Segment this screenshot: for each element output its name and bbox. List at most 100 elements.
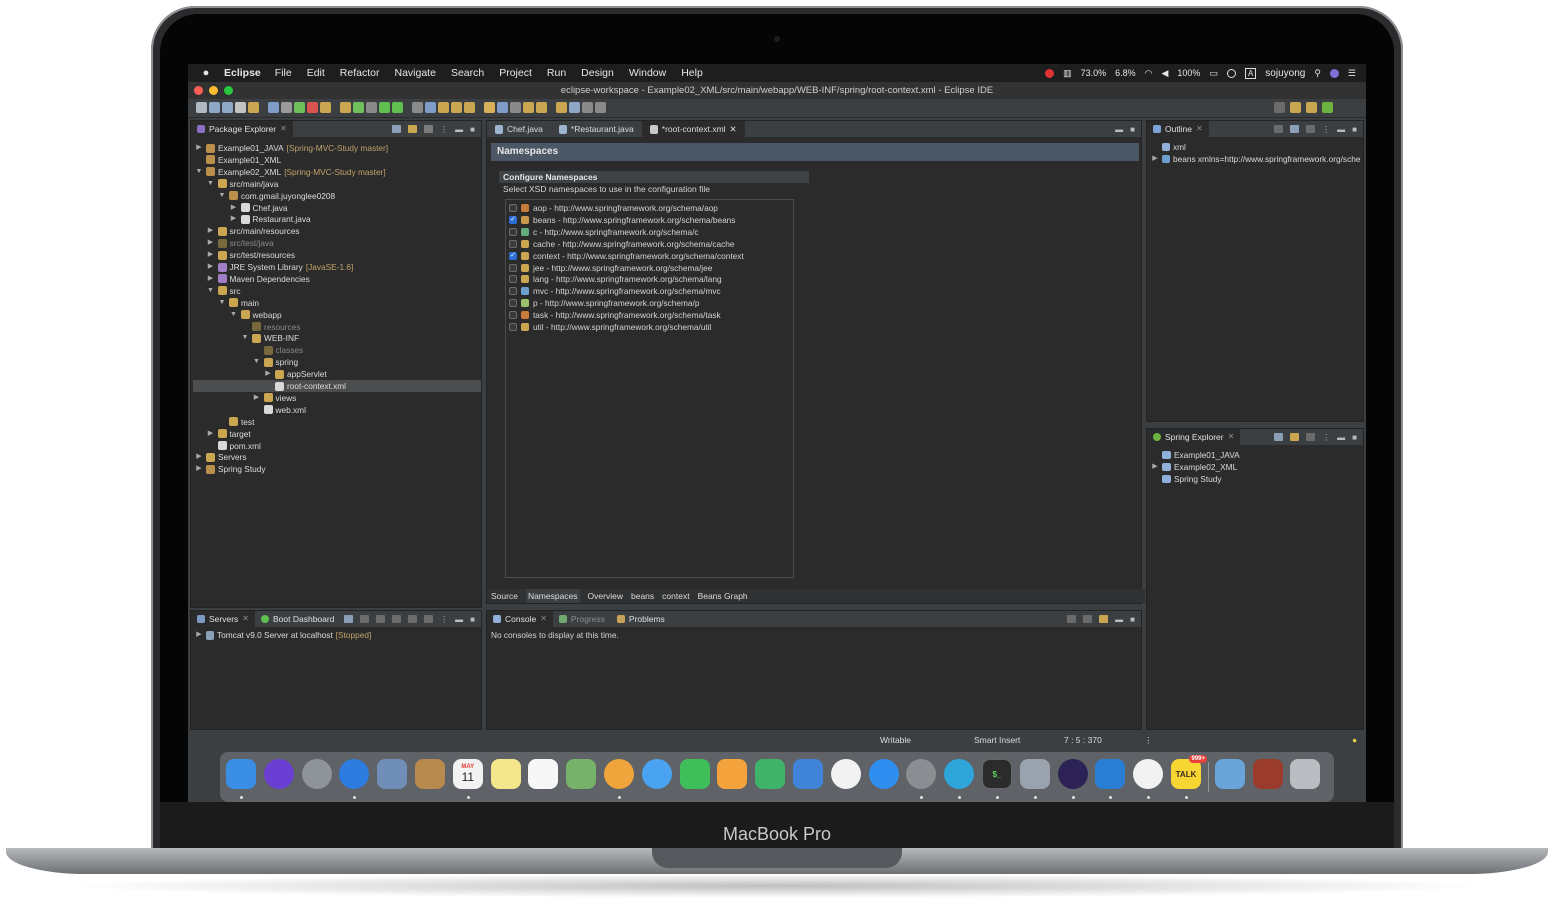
namespace-checkbox[interactable] <box>509 299 517 308</box>
tree-item[interactable]: ▼ WEB-INF <box>241 332 300 344</box>
toolbar-button-icon[interactable] <box>340 102 351 113</box>
tab-servers[interactable]: Servers ✕ <box>191 611 255 627</box>
wifi-icon[interactable]: ◠ <box>1145 68 1153 79</box>
collapse-all-icon[interactable] <box>392 125 402 133</box>
tree-item[interactable]: test <box>218 416 254 428</box>
record-icon[interactable] <box>1045 68 1055 78</box>
toolbar-button-icon[interactable] <box>523 102 534 113</box>
menu-search[interactable]: Search <box>451 67 484 79</box>
toolbar-button-icon[interactable] <box>353 102 364 113</box>
expand-arrow-icon[interactable]: ▶ <box>207 428 215 440</box>
collapse-all-icon[interactable] <box>1274 433 1284 441</box>
system-preferences-icon[interactable] <box>906 759 937 789</box>
close-icon[interactable]: ✕ <box>1228 429 1235 445</box>
tree-item[interactable]: ▶ src/main/resources <box>207 225 300 237</box>
tree-item[interactable]: ▼ src/main/java <box>207 178 278 190</box>
minimize-icon[interactable]: ▬ <box>455 615 463 624</box>
tree-item[interactable]: ▼ webapp <box>230 309 282 321</box>
toolbar-button-icon[interactable] <box>464 102 475 113</box>
tree-item[interactable]: pom.xml <box>207 440 261 452</box>
tree-item[interactable]: resources <box>241 321 300 333</box>
maximize-icon[interactable]: ■ <box>470 615 475 624</box>
namespace-item[interactable]: c - http://www.springframework.org/schem… <box>509 226 699 238</box>
close-icon[interactable]: ✕ <box>242 611 249 627</box>
server-row[interactable]: ▶ Tomcat v9.0 Server at localhost [Stopp… <box>195 629 371 641</box>
toolbar-button-icon[interactable] <box>235 102 246 113</box>
minimize-icon[interactable]: ▬ <box>1115 615 1123 624</box>
tree-item[interactable]: ▶ appServlet <box>264 368 326 380</box>
close-window-icon[interactable] <box>194 86 203 95</box>
expand-arrow-icon[interactable]: ▶ <box>1151 461 1159 473</box>
siri-icon[interactable] <box>263 759 294 789</box>
close-icon[interactable]: ✕ <box>540 611 547 627</box>
namespace-item[interactable]: task - http://www.springframework.org/sc… <box>509 309 721 321</box>
collapse-icon[interactable] <box>344 615 354 623</box>
app-menu[interactable]: Eclipse <box>224 67 261 79</box>
close-icon[interactable]: ✕ <box>1196 121 1203 137</box>
lightbulb-icon[interactable]: ● <box>1352 735 1357 745</box>
view-menu-icon[interactable]: ⋮ <box>1322 433 1330 442</box>
namespace-checkbox[interactable] <box>509 204 517 212</box>
battery-icon[interactable]: ▭ <box>1209 68 1218 79</box>
namespace-checkbox[interactable] <box>509 287 517 296</box>
expand-arrow-icon[interactable]: ▶ <box>1151 153 1159 165</box>
spotlight-search-icon[interactable]: ⚲ <box>1314 68 1321 79</box>
expand-arrow-icon[interactable]: ▶ <box>195 142 203 154</box>
expand-arrow-icon[interactable]: ▶ <box>230 202 238 214</box>
toolbar-button-icon[interactable] <box>595 102 606 113</box>
keynote-icon[interactable] <box>793 759 823 789</box>
toolbar-button-icon[interactable] <box>379 102 390 113</box>
eclipse-icon[interactable] <box>1057 759 1088 789</box>
finder-icon[interactable] <box>226 759 256 789</box>
close-icon[interactable]: ✕ <box>280 121 287 137</box>
collapse-all-icon[interactable] <box>1290 125 1300 133</box>
reminders-icon[interactable] <box>528 759 559 789</box>
filter-icon[interactable] <box>1306 433 1316 441</box>
expand-arrow-icon[interactable]: ▶ <box>230 213 238 225</box>
namespace-item[interactable]: util - http://www.springframework.org/sc… <box>509 321 711 333</box>
toolbar-button-icon[interactable] <box>320 102 331 113</box>
tree-item[interactable]: Example01_XML <box>195 154 281 166</box>
namespace-item[interactable]: ✓ context - http://www.springframework.or… <box>509 250 744 262</box>
page-tab-overview[interactable]: Overview <box>588 589 623 603</box>
perspective-java-icon[interactable] <box>1290 102 1301 113</box>
tree-item[interactable]: ▼ main <box>218 297 259 309</box>
stop-server-icon[interactable] <box>408 615 418 623</box>
spring-project-item[interactable]: ▶ Example02_XML <box>1151 461 1237 473</box>
tree-item[interactable]: ▶ src/test/resources <box>207 249 295 261</box>
volume-icon[interactable]: ◀ <box>1161 68 1168 79</box>
tree-item[interactable]: web.xml <box>253 404 306 416</box>
tree-item[interactable]: ▶ views <box>253 392 296 404</box>
minimize-icon[interactable]: ▬ <box>1115 125 1123 134</box>
photos-icon[interactable] <box>604 759 634 789</box>
messages-icon[interactable] <box>641 759 672 789</box>
toolbar-button-icon[interactable] <box>569 102 580 113</box>
toolbar-button-icon[interactable] <box>556 102 567 113</box>
launchpad-icon[interactable] <box>301 759 332 789</box>
namespace-item[interactable]: p - http://www.springframework.org/schem… <box>509 297 699 309</box>
tree-item[interactable]: ▶ src/test/java <box>207 237 274 249</box>
editor-tab[interactable]: *Restaurant.java <box>551 121 642 137</box>
expand-arrow-icon[interactable]: ▶ <box>195 463 203 475</box>
profile-server-icon[interactable] <box>392 615 402 623</box>
tree-item[interactable]: ▶ target <box>207 428 251 440</box>
maximize-icon[interactable]: ■ <box>1130 615 1135 624</box>
tree-item[interactable]: ▶ JRE System Library [JavaSE-1.6] <box>207 261 354 273</box>
maps-icon[interactable] <box>566 759 597 789</box>
tree-item[interactable]: ▶ Servers <box>195 451 246 463</box>
tree-item[interactable]: ▶ Example01_JAVA [Spring-MVC-Study master] <box>195 142 388 154</box>
tree-item[interactable]: ▶ Chef.java <box>230 202 288 214</box>
namespace-checkbox[interactable] <box>509 239 517 248</box>
toolbar-button-icon[interactable] <box>209 102 220 113</box>
expand-arrow-icon[interactable]: ▶ <box>207 261 215 273</box>
namespace-checkbox[interactable]: ✓ <box>509 215 517 224</box>
start-server-icon[interactable] <box>376 615 386 623</box>
notes-icon[interactable] <box>490 759 521 789</box>
tree-item[interactable]: ▶ Maven Dependencies <box>207 273 310 285</box>
cpu-icon[interactable]: ▥ <box>1063 68 1072 79</box>
tree-item[interactable]: ▶ Spring Study <box>195 463 265 475</box>
telegram-icon[interactable] <box>944 759 975 789</box>
toolbar-button-icon[interactable] <box>294 102 305 113</box>
minimize-window-icon[interactable] <box>209 86 218 95</box>
outline-item[interactable]: ▶ beans xmlns=http://www.springframework.… <box>1151 153 1360 165</box>
